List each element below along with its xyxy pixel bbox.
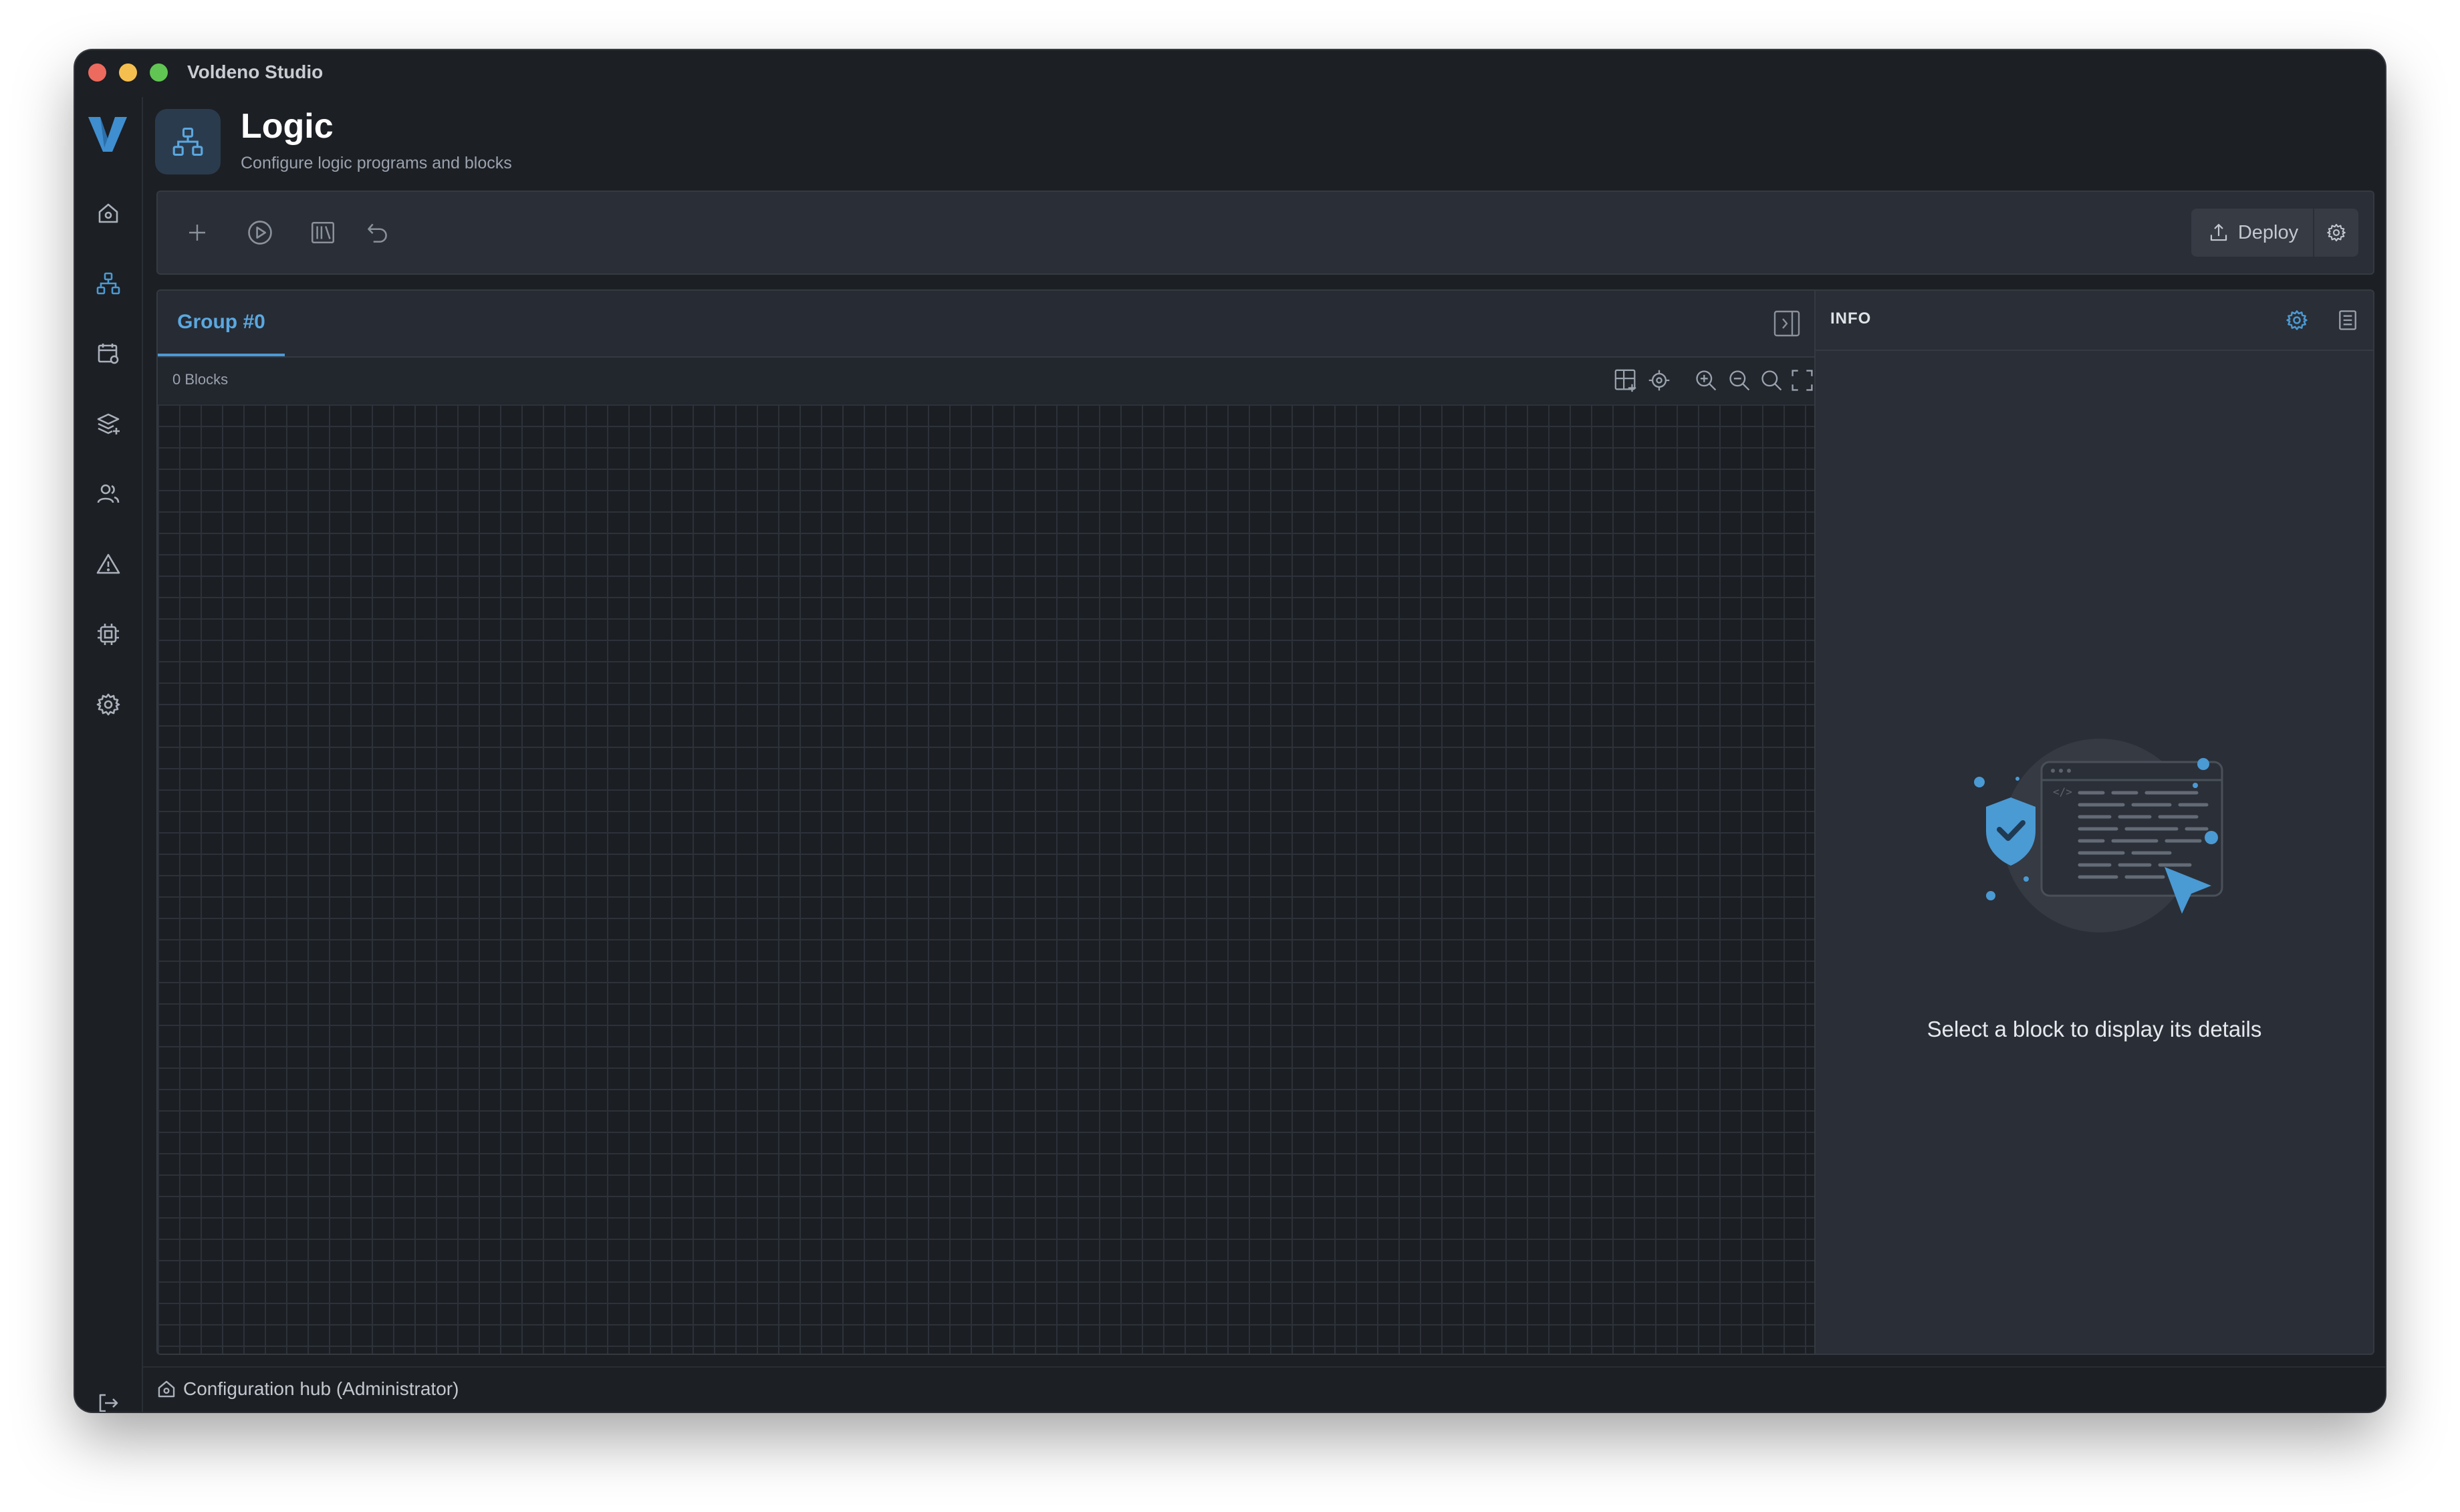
minimize-window-button[interactable] <box>119 64 137 82</box>
sidebar <box>75 97 143 1412</box>
tab-group-0[interactable]: Group #0 <box>158 291 285 356</box>
svg-text:</>: </> <box>2053 785 2072 798</box>
calendar-settings-icon <box>98 344 119 364</box>
info-header: INFO <box>1816 291 2373 351</box>
sidebar-item-alerts[interactable] <box>92 548 124 580</box>
collapse-panel-icon[interactable] <box>1773 309 1801 338</box>
add-block-button[interactable] <box>1612 367 1639 394</box>
add-icon <box>189 225 205 241</box>
deploy-label: Deploy <box>2237 221 2299 243</box>
play-icon <box>248 221 272 245</box>
status-bar: Configuration hub (Administrator) <box>142 1366 2385 1412</box>
locate-button[interactable] <box>1646 367 1673 394</box>
add-block-icon <box>1614 369 1636 392</box>
warning-icon <box>96 553 120 574</box>
info-title: INFO <box>1830 309 1872 328</box>
zoom-in-icon <box>1696 370 1717 391</box>
users-icon <box>97 484 120 503</box>
upload-icon <box>2210 223 2227 241</box>
zoom-out-button[interactable] <box>1726 367 1753 394</box>
layers-add-icon <box>97 413 120 434</box>
blocks-count: 0 Blocks <box>172 371 229 388</box>
group-tabs: Group #0 <box>158 291 1814 358</box>
status-text: Configuration hub (Administrator) <box>183 1378 459 1399</box>
page-subtitle: Configure logic programs and blocks <box>241 154 512 172</box>
info-empty-message: Select a block to display its details <box>1927 1017 2262 1041</box>
sidebar-item-settings[interactable] <box>92 688 124 721</box>
page-icon <box>155 109 221 174</box>
home-icon <box>158 1380 175 1398</box>
deploy-group: Deploy <box>2191 209 2358 257</box>
zoom-in-button[interactable] <box>1693 367 1719 394</box>
run-button[interactable] <box>243 216 277 249</box>
maximize-window-button[interactable] <box>150 64 168 82</box>
empty-state-illustration: </> <box>1974 739 2223 932</box>
logic-network-icon <box>96 272 120 295</box>
sidebar-item-layers[interactable] <box>92 408 124 440</box>
logout-icon <box>99 1394 118 1412</box>
zoom-fit-button[interactable] <box>1758 367 1785 394</box>
undo-icon <box>368 223 387 243</box>
deploy-button[interactable]: Deploy <box>2191 209 2314 257</box>
sidebar-item-devices[interactable] <box>92 618 124 650</box>
logic-network-icon <box>172 127 203 156</box>
title-bar: Voldeno Studio <box>75 50 2385 97</box>
sidebar-item-logic[interactable] <box>92 267 124 299</box>
window-title: Voldeno Studio <box>187 61 324 82</box>
zoom-fit-icon <box>1761 370 1782 391</box>
locate-icon <box>1648 370 1670 391</box>
close-window-button[interactable] <box>88 64 106 82</box>
logout-button[interactable] <box>92 1387 124 1412</box>
logic-canvas-grid[interactable] <box>158 404 1814 1354</box>
info-panel: INFO </> Select a block to display its d… <box>1814 289 2374 1355</box>
sidebar-item-users[interactable] <box>92 478 124 510</box>
chip-icon <box>98 624 119 645</box>
fullscreen-button[interactable] <box>1789 367 1814 394</box>
list-icon[interactable] <box>2336 308 2360 332</box>
canvas-controls-bar: 0 Blocks <box>158 358 1814 404</box>
gear-icon <box>2327 223 2346 242</box>
toolbar: Deploy <box>156 191 2374 275</box>
deploy-settings-button[interactable] <box>2313 209 2358 257</box>
app-window: Voldeno Studio Logic Configure logic pro… <box>75 50 2385 1412</box>
sidebar-item-home[interactable] <box>92 197 124 229</box>
home-icon <box>98 203 118 223</box>
voldeno-logo[interactable] <box>87 116 128 153</box>
gear-icon[interactable] <box>2285 308 2309 332</box>
zoom-out-icon <box>1729 370 1750 391</box>
gear-icon <box>96 693 120 716</box>
sidebar-item-schedule[interactable] <box>92 338 124 370</box>
undo-button[interactable] <box>361 216 394 249</box>
add-program-button[interactable] <box>180 216 214 249</box>
fullscreen-icon <box>1792 370 1813 391</box>
library-button[interactable] <box>306 216 340 249</box>
page-title: Logic <box>241 107 334 146</box>
logic-canvas-panel: Group #0 0 Blocks <box>156 289 1816 1355</box>
library-icon <box>311 222 335 243</box>
